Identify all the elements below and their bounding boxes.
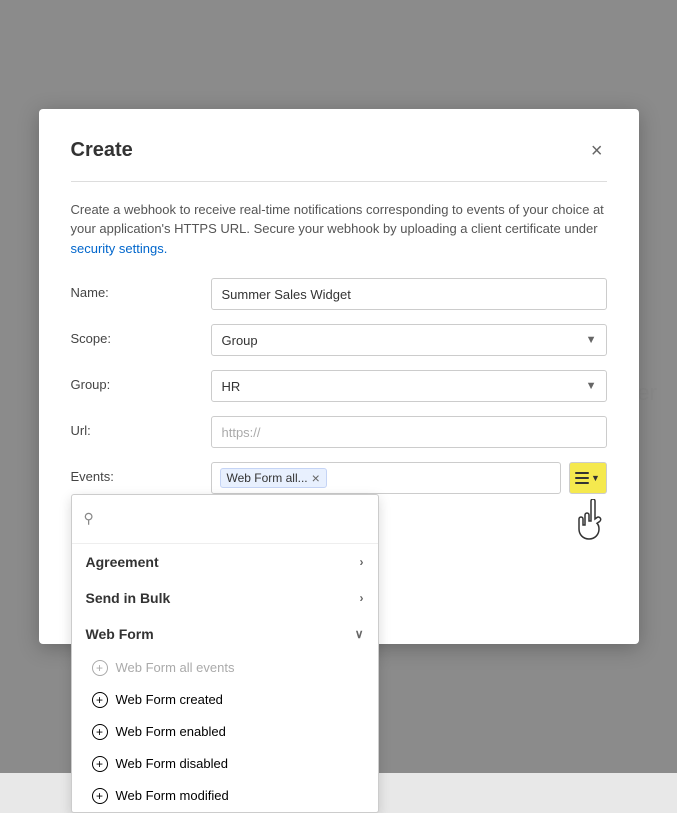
plus-icon-4: +	[92, 756, 108, 772]
web-form-all-events-item[interactable]: + Web Form all events	[72, 652, 378, 684]
category-agreement[interactable]: Agreement ›	[72, 544, 378, 580]
name-control	[211, 278, 607, 310]
web-form-disabled-item[interactable]: + Web Form disabled	[72, 748, 378, 780]
plus-icon-2: +	[92, 692, 108, 708]
modal-header: Create ×	[71, 137, 607, 165]
tag-remove-button[interactable]: ×	[312, 471, 320, 485]
scope-control: Group Account User ▼	[211, 324, 607, 356]
plus-icon-5: +	[92, 788, 108, 804]
events-row: Events: Web Form all... × ▼	[71, 462, 607, 494]
search-box: ⚲	[72, 495, 378, 544]
scope-label: Scope:	[71, 324, 211, 346]
web-form-modified-label: Web Form modified	[116, 788, 229, 803]
header-divider	[71, 181, 607, 182]
group-select[interactable]: HR Sales Engineering	[211, 370, 607, 402]
name-label: Name:	[71, 278, 211, 300]
category-web-form-label: Web Form	[86, 626, 154, 642]
group-label: Group:	[71, 370, 211, 392]
dropdown-list: Agreement › Send in Bulk › Web Form ∨ + …	[72, 544, 378, 812]
modal-title: Create	[71, 139, 133, 162]
events-label: Events:	[71, 462, 211, 484]
events-input-row: Web Form all... × ▼	[211, 462, 607, 494]
event-tag: Web Form all... ×	[220, 468, 327, 488]
url-control	[211, 416, 607, 448]
events-dropdown-button[interactable]: ▼	[569, 462, 607, 494]
send-in-bulk-chevron-icon: ›	[360, 591, 364, 605]
web-form-disabled-label: Web Form disabled	[116, 756, 228, 771]
web-form-enabled-item[interactable]: + Web Form enabled	[72, 716, 378, 748]
category-send-in-bulk-label: Send in Bulk	[86, 590, 171, 606]
security-settings-link[interactable]: security settings.	[71, 241, 168, 256]
search-input[interactable]	[102, 503, 366, 535]
modal-description: Create a webhook to receive real-time no…	[71, 200, 607, 259]
name-input[interactable]	[211, 278, 607, 310]
create-modal: Create × Create a webhook to receive rea…	[39, 109, 639, 645]
scope-row: Scope: Group Account User ▼	[71, 324, 607, 356]
web-form-created-label: Web Form created	[116, 692, 223, 707]
tag-label: Web Form all...	[227, 471, 308, 485]
web-form-enabled-label: Web Form enabled	[116, 724, 226, 739]
web-form-modified-item[interactable]: + Web Form modified	[72, 780, 378, 812]
category-agreement-label: Agreement	[86, 554, 159, 570]
name-row: Name:	[71, 278, 607, 310]
category-send-in-bulk[interactable]: Send in Bulk ›	[72, 580, 378, 616]
url-label: Url:	[71, 416, 211, 438]
scope-select[interactable]: Group Account User	[211, 324, 607, 356]
web-form-created-item[interactable]: + Web Form created	[72, 684, 378, 716]
agreement-chevron-icon: ›	[360, 555, 364, 569]
close-button[interactable]: ×	[587, 137, 607, 165]
category-web-form[interactable]: Web Form ∨	[72, 616, 378, 652]
search-icon: ⚲	[84, 510, 94, 527]
dropdown-arrow-icon: ▼	[591, 473, 600, 483]
url-row: Url:	[71, 416, 607, 448]
group-control: HR Sales Engineering ▼	[211, 370, 607, 402]
web-form-chevron-icon: ∨	[355, 627, 364, 641]
plus-icon-3: +	[92, 724, 108, 740]
lines-icon	[575, 472, 589, 484]
events-dropdown-panel: ⚲ Agreement › Send in Bulk › Web Form ∨ …	[71, 494, 379, 813]
events-tags-field[interactable]: Web Form all... ×	[211, 462, 561, 494]
plus-icon-1: +	[92, 660, 108, 676]
events-control: Web Form all... × ▼	[211, 462, 607, 494]
url-input[interactable]	[211, 416, 607, 448]
group-row: Group: HR Sales Engineering ▼	[71, 370, 607, 402]
web-form-all-label: Web Form all events	[116, 660, 235, 675]
